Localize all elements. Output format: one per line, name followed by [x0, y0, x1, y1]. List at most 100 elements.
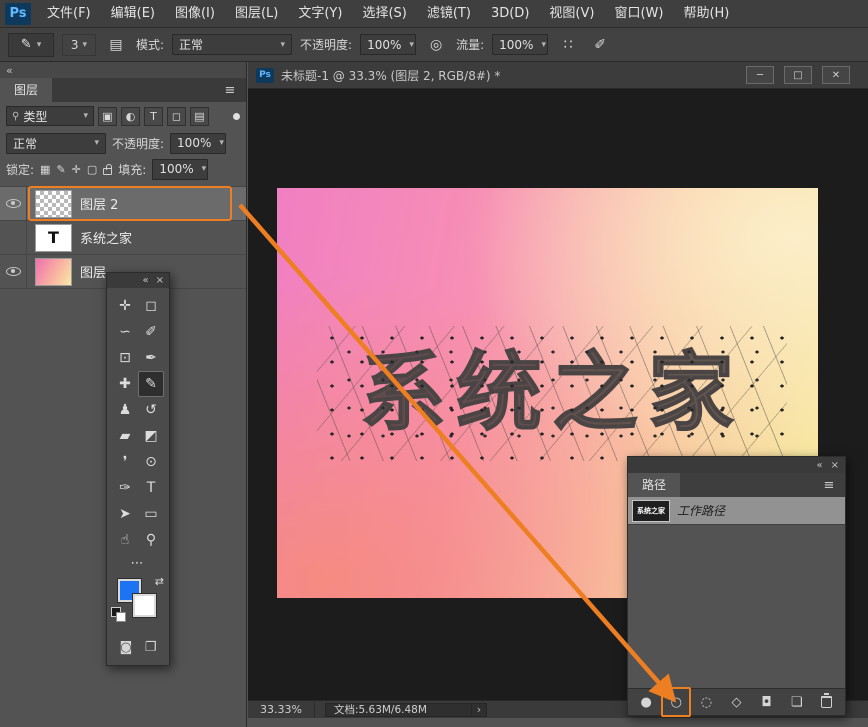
add-mask-button[interactable]: ◘: [755, 690, 779, 714]
work-path-row[interactable]: 系统之家 工作路径: [628, 497, 845, 525]
stroke-path-button[interactable]: ○: [664, 690, 688, 714]
lock-transparency-icon[interactable]: ▦: [40, 163, 50, 176]
blend-mode-select[interactable]: 正常 ▾: [172, 34, 292, 55]
tool-preset-picker[interactable]: ✎ ▾: [8, 33, 54, 57]
quick-mask-icon[interactable]: ◙: [120, 640, 133, 655]
menu-item-help[interactable]: 帮助(H): [673, 0, 739, 28]
brush-size-picker[interactable]: 3 ▾: [62, 34, 96, 56]
new-path-button[interactable]: ❏: [785, 690, 809, 714]
collapse-panel-icon[interactable]: «: [816, 460, 822, 471]
lock-pixels-icon[interactable]: ✎: [56, 163, 65, 176]
pressure-size-icon[interactable]: ✐: [588, 34, 612, 56]
tab-layers[interactable]: 图层: [0, 78, 52, 102]
panel-menu-icon[interactable]: ≡: [813, 473, 845, 497]
background-color-swatch[interactable]: [133, 594, 156, 617]
layer-opacity-select[interactable]: 100% ▾: [170, 133, 226, 154]
healing-brush-tool[interactable]: ✚: [112, 371, 138, 397]
collapse-panel-icon[interactable]: «: [142, 275, 148, 286]
eyedropper-tool[interactable]: ✒: [138, 345, 164, 371]
more-tools-icon[interactable]: ⋯: [107, 553, 169, 573]
hand-tool[interactable]: ☝: [112, 527, 138, 553]
layer-row-text[interactable]: T 系统之家: [0, 221, 246, 255]
gradient-tool[interactable]: ◩: [138, 423, 164, 449]
dodge-tool[interactable]: ⊙: [138, 449, 164, 475]
layer-blend-mode-select[interactable]: 正常 ▾: [6, 133, 106, 154]
menu-item-layer[interactable]: 图层(L): [225, 0, 288, 28]
filter-pixel-layers-icon[interactable]: ▣: [98, 107, 117, 126]
opacity-select[interactable]: 100% ▾: [360, 34, 416, 55]
layer-fill-select[interactable]: 100% ▾: [152, 159, 208, 180]
paths-panel-buttons: ● ○ ◌ ◇ ◘ ❏: [628, 688, 845, 715]
brush-panel-toggle-icon[interactable]: ▤: [104, 34, 128, 56]
delete-path-button[interactable]: [815, 690, 839, 714]
layer-row-layer2[interactable]: 图层 2: [0, 187, 246, 221]
lock-all-icon[interactable]: [103, 168, 112, 175]
work-path-name[interactable]: 工作路径: [677, 502, 725, 519]
close-panel-icon[interactable]: ×: [831, 460, 839, 471]
blend-mode-value: 正常: [179, 36, 203, 53]
filter-type-layers-icon[interactable]: T: [144, 107, 163, 126]
eraser-tool[interactable]: ▰: [112, 423, 138, 449]
tab-paths[interactable]: 路径: [628, 473, 680, 497]
layer-name[interactable]: 图层: [80, 262, 106, 281]
filter-shape-layers-icon[interactable]: ◻: [167, 107, 186, 126]
eye-icon: [6, 199, 21, 208]
make-work-path-button[interactable]: ◇: [725, 690, 749, 714]
zoom-level[interactable]: 33.33%: [248, 701, 315, 718]
close-panel-icon[interactable]: ×: [156, 275, 164, 286]
layer-thumbnail[interactable]: [35, 190, 72, 218]
text-layer-thumbnail[interactable]: T: [35, 224, 72, 252]
layer-name[interactable]: 系统之家: [80, 228, 132, 247]
menu-item-3d[interactable]: 3D(D): [481, 0, 539, 28]
menu-item-image[interactable]: 图像(I): [165, 0, 225, 28]
zoom-tool[interactable]: ⚲: [138, 527, 164, 553]
menu-item-edit[interactable]: 编辑(E): [101, 0, 165, 28]
screen-mode-icon[interactable]: ❐: [145, 640, 157, 655]
path-selection-tool[interactable]: ➤: [112, 501, 138, 527]
visibility-toggle[interactable]: [0, 255, 27, 288]
airbrush-icon[interactable]: ∷: [556, 34, 580, 56]
pressure-opacity-icon[interactable]: ◎: [424, 34, 448, 56]
filter-toggle-icon[interactable]: [233, 113, 240, 120]
collapse-dock-icon[interactable]: «: [6, 64, 13, 77]
fill-path-button[interactable]: ●: [634, 690, 658, 714]
blur-tool[interactable]: ❜: [112, 449, 138, 475]
quick-selection-tool[interactable]: ✐: [138, 319, 164, 345]
type-tool[interactable]: T: [138, 475, 164, 501]
brush-tool[interactable]: ✎: [138, 371, 164, 397]
filter-smart-object-layers-icon[interactable]: ▤: [190, 107, 209, 126]
minimize-button[interactable]: ─: [746, 66, 774, 84]
menu-item-window[interactable]: 窗口(W): [604, 0, 673, 28]
menu-item-view[interactable]: 视图(V): [539, 0, 604, 28]
layer-thumbnail[interactable]: [35, 258, 72, 286]
maximize-button[interactable]: □: [784, 66, 812, 84]
clone-stamp-tool[interactable]: ♟: [112, 397, 138, 423]
crop-tool[interactable]: ⊡: [112, 345, 138, 371]
caret-icon: ▾: [202, 164, 207, 174]
pen-tool[interactable]: ✑: [112, 475, 138, 501]
color-swatches: ⇄: [107, 575, 169, 633]
default-colors-icon[interactable]: [111, 607, 126, 622]
lock-position-icon[interactable]: ✛: [72, 163, 81, 176]
rectangular-marquee-tool[interactable]: ◻: [138, 293, 164, 319]
layer-filter-select[interactable]: ⚲ 类型 ▾: [6, 106, 94, 126]
menu-item-select[interactable]: 选择(S): [352, 0, 416, 28]
layer-name[interactable]: 图层 2: [80, 194, 118, 213]
visibility-toggle[interactable]: [0, 221, 27, 254]
menu-item-type[interactable]: 文字(Y): [288, 0, 352, 28]
panel-menu-icon[interactable]: ≡: [214, 78, 246, 102]
visibility-toggle[interactable]: [0, 187, 27, 220]
menu-item-file[interactable]: 文件(F): [37, 0, 101, 28]
menu-item-filter[interactable]: 滤镜(T): [417, 0, 481, 28]
lasso-tool[interactable]: ∽: [112, 319, 138, 345]
swap-colors-icon[interactable]: ⇄: [155, 575, 164, 588]
move-tool[interactable]: ✛: [112, 293, 138, 319]
status-expand-icon[interactable]: ›: [471, 704, 486, 716]
lock-artboard-icon[interactable]: ▢: [87, 163, 97, 176]
filter-adjustment-layers-icon[interactable]: ◐: [121, 107, 140, 126]
load-path-as-selection-button[interactable]: ◌: [694, 690, 718, 714]
history-brush-tool[interactable]: ↺: [138, 397, 164, 423]
close-button[interactable]: ✕: [822, 66, 850, 84]
rectangle-tool[interactable]: ▭: [138, 501, 164, 527]
flow-select[interactable]: 100% ▾: [492, 34, 548, 55]
